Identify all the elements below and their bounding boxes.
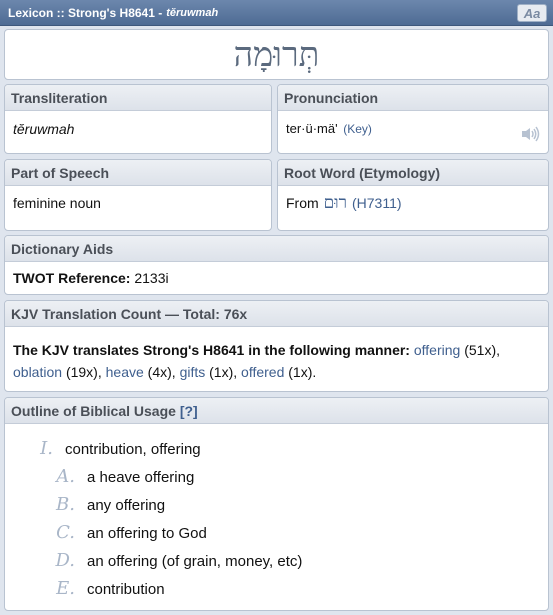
kjv-intro: The KJV translates Strong's H8641 in the… [13, 342, 410, 358]
kjv-count: (4x), [147, 364, 176, 380]
outline-marker: B. [56, 494, 75, 515]
outline-text: an offering to God [87, 525, 207, 542]
window-title-transliteration: tĕruwmah [166, 6, 219, 19]
hebrew-word: תְּרוּמָה [233, 34, 320, 75]
outline-item: C. an offering to God [5, 522, 548, 550]
kjv-count: (51x), [464, 342, 500, 358]
outline-item: D. an offering (of grain, money, etc) [5, 550, 548, 578]
outline-item: A. a heave offering [5, 466, 548, 494]
outline-text: an offering (of grain, money, etc) [87, 553, 303, 570]
outline-list: I. contribution, offering A. a heave off… [5, 424, 548, 606]
outline-item: B. any offering [5, 494, 548, 522]
twot-value: 2133i [134, 270, 169, 286]
kjv-link-offering[interactable]: offering [414, 342, 460, 358]
outline-marker: D. [55, 550, 75, 571]
outline-text: contribution, offering [65, 441, 201, 458]
kjv-count: (19x), [65, 364, 102, 380]
speaker-icon[interactable] [520, 126, 540, 142]
outline-text: any offering [87, 497, 166, 514]
outline-item: E. contribution [5, 578, 548, 606]
root-word-header: Root Word (Etymology) [278, 160, 548, 186]
part-of-speech-header: Part of Speech [5, 160, 271, 186]
outline-item: I. contribution, offering [5, 438, 548, 466]
kjv-header: KJV Translation Count — Total: 76x [5, 301, 548, 327]
outline-help-link[interactable]: [?] [180, 403, 198, 419]
kjv-link-oblation[interactable]: oblation [13, 364, 62, 380]
kjv-link-gifts[interactable]: gifts [180, 364, 206, 380]
outline-marker: C. [56, 522, 75, 543]
outline-text: a heave offering [87, 469, 195, 486]
root-word-hebrew[interactable]: רוּם [324, 193, 347, 213]
window-titlebar: Lexicon :: Strong's H8641 - tĕruwmah Aa [0, 0, 553, 26]
outline-title: Outline of Biblical Usage [11, 402, 176, 419]
outline-text: contribution [87, 581, 165, 598]
pronunciation-header: Pronunciation [278, 85, 548, 111]
kjv-link-offered[interactable]: offered [241, 364, 284, 380]
transliteration-header: Transliteration [5, 85, 271, 111]
dictionary-aids-header: Dictionary Aids [5, 236, 548, 262]
part-of-speech-value: feminine noun [13, 195, 101, 211]
kjv-link-heave[interactable]: heave [106, 364, 144, 380]
root-word-ref-link[interactable]: (H7311) [352, 195, 402, 211]
root-word-panel: Root Word (Etymology) From רוּם (H7311) [277, 159, 549, 231]
outline-header: Outline of Biblical Usage [?] [5, 398, 548, 424]
kjv-count: (1x), [209, 364, 238, 380]
pronunciation-key-link[interactable]: (Key) [343, 122, 372, 136]
kjv-panel: KJV Translation Count — Total: 76x The K… [4, 300, 549, 392]
root-word-prefix: From [286, 195, 319, 211]
outline-marker: A. [56, 466, 75, 487]
hebrew-word-panel: תְּרוּמָה [4, 29, 549, 80]
outline-panel: Outline of Biblical Usage [?] I. contrib… [4, 397, 549, 611]
outline-marker: E. [56, 578, 75, 599]
transliteration-panel: Transliteration tĕruwmah [4, 84, 272, 154]
twot-label: TWOT Reference: [13, 270, 131, 286]
transliteration-value: tĕruwmah [13, 121, 75, 137]
font-size-button[interactable]: Aa [517, 4, 547, 22]
window-title: Lexicon :: Strong's H8641 - [8, 5, 163, 20]
outline-marker: I. [40, 438, 53, 459]
kjv-count: (1x). [288, 364, 317, 380]
pronunciation-panel: Pronunciation ter·ü·mä' (Key) [277, 84, 549, 154]
dictionary-aids-panel: Dictionary Aids TWOT Reference: 2133i [4, 235, 549, 295]
part-of-speech-panel: Part of Speech feminine noun [4, 159, 272, 231]
pronunciation-value: ter·ü·mä' [286, 121, 338, 136]
